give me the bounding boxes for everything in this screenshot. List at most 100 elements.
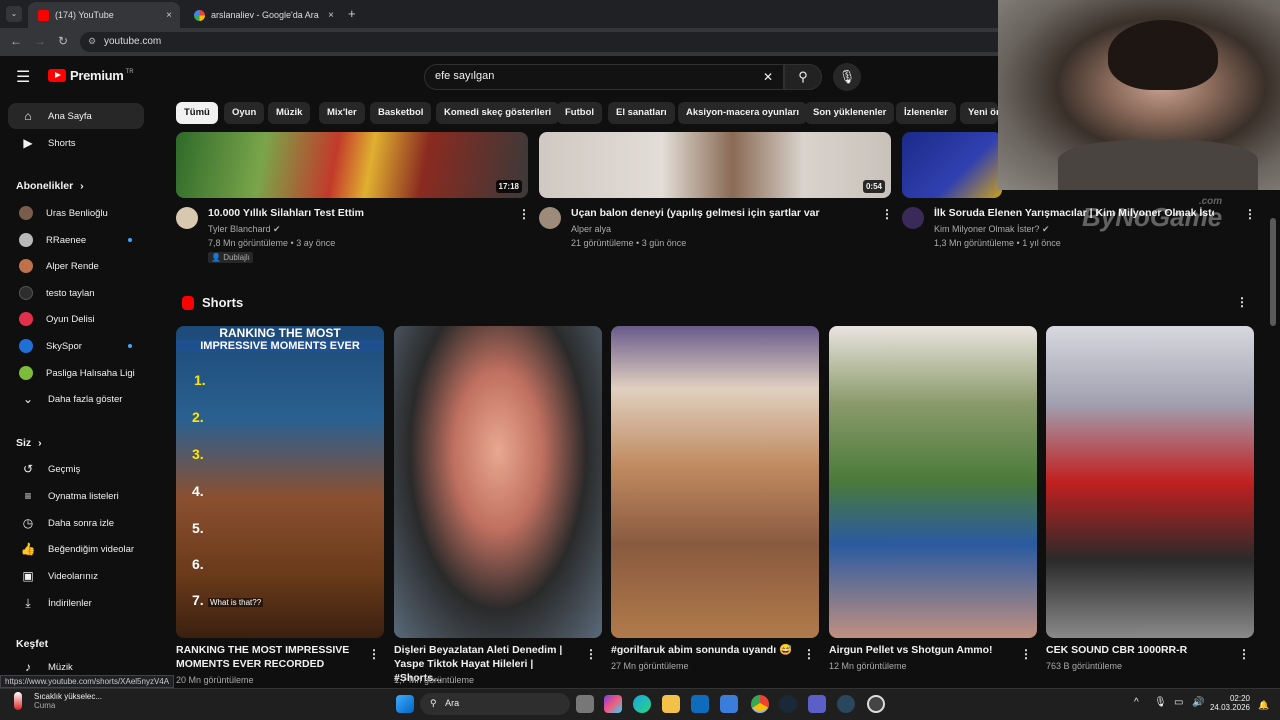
start-icon[interactable] bbox=[396, 695, 414, 713]
show-more-button[interactable]: ⌄ Daha fazla göster bbox=[8, 386, 144, 412]
close-tab-icon[interactable]: × bbox=[166, 10, 172, 21]
chip-mixes[interactable]: Mix'ler bbox=[319, 102, 365, 124]
short-thumbnail[interactable]: RANKING THE MOST IMPRESSIVE MOMENTS EVER… bbox=[176, 326, 384, 638]
search-button[interactable]: ⚲ bbox=[784, 64, 822, 90]
more-options-icon[interactable]: ⋮ bbox=[1244, 207, 1256, 221]
app-icon[interactable] bbox=[867, 695, 885, 713]
weather-widget[interactable]: Sıcaklık yükselec... Cuma bbox=[14, 692, 102, 710]
sidebar-sub-item[interactable]: RRaenee bbox=[8, 227, 144, 253]
short-thumbnail[interactable] bbox=[829, 326, 1037, 638]
chip-basketball[interactable]: Basketbol bbox=[370, 102, 432, 124]
sidebar-item-watch-later[interactable]: ◷ Daha sonra izle bbox=[8, 510, 144, 536]
youtube-logo[interactable]: Premium TR bbox=[48, 68, 134, 83]
teams-icon[interactable] bbox=[808, 695, 826, 713]
menu-icon[interactable]: ☰ bbox=[16, 67, 30, 87]
sidebar-item-shorts[interactable]: ▶ Shorts bbox=[8, 130, 144, 156]
you-header[interactable]: Siz › bbox=[16, 437, 42, 449]
back-icon[interactable]: ← bbox=[10, 34, 22, 48]
display-tray-icon[interactable]: ▭ bbox=[1174, 697, 1183, 708]
clear-search-icon[interactable]: ✕ bbox=[763, 70, 773, 84]
chip-football[interactable]: Futbol bbox=[557, 102, 603, 124]
channel-name[interactable]: Kim Milyoner Olmak İster? ✔ bbox=[934, 224, 1050, 235]
sidebar-item-downloads[interactable]: ⤓ İndirilenler bbox=[8, 590, 144, 616]
short-title[interactable]: #gorilfaruk abim sonunda uyandı 😅 bbox=[611, 643, 796, 657]
search-input[interactable]: efe sayılgan ✕ bbox=[424, 64, 784, 90]
channel-name[interactable]: Alper alya bbox=[571, 224, 611, 234]
page-scrollbar[interactable] bbox=[1270, 218, 1276, 326]
chip-new[interactable]: Yeni ör bbox=[960, 102, 998, 124]
outlook-icon[interactable] bbox=[691, 695, 709, 713]
chevron-right-icon: › bbox=[80, 180, 84, 192]
shorts-icon bbox=[182, 295, 194, 310]
explorer-icon[interactable] bbox=[662, 695, 680, 713]
steam-icon[interactable] bbox=[779, 695, 797, 713]
more-options-icon[interactable]: ⋮ bbox=[803, 647, 815, 661]
volume-icon[interactable]: 🔊 bbox=[1192, 697, 1204, 708]
chip-watched[interactable]: İzlenenler bbox=[896, 102, 956, 124]
more-options-icon[interactable]: ⋮ bbox=[1238, 647, 1250, 661]
sidebar-sub-item[interactable]: Uras Benlioğlu bbox=[8, 200, 144, 226]
short-thumbnail[interactable] bbox=[394, 326, 602, 638]
chip-action-adventure[interactable]: Aksiyon-macera oyunları bbox=[678, 102, 807, 124]
channel-name[interactable]: Tyler Blanchard ✔ bbox=[208, 224, 281, 235]
mic-tray-icon[interactable]: 🎙 bbox=[1154, 697, 1167, 708]
tray-chevron-icon[interactable]: ^ bbox=[1134, 697, 1139, 708]
more-options-icon[interactable]: ⋮ bbox=[518, 207, 530, 221]
copilot-icon[interactable] bbox=[604, 695, 622, 713]
more-options-icon[interactable]: ⋮ bbox=[1020, 647, 1032, 661]
steam-icon[interactable] bbox=[837, 695, 855, 713]
clock[interactable]: 02:20 24.03.2026 bbox=[1206, 694, 1250, 712]
chip-music[interactable]: Müzik bbox=[268, 102, 311, 124]
section-more-icon[interactable]: ⋮ bbox=[1236, 295, 1248, 309]
sidebar-item-your-videos[interactable]: ▣ Videolarınız bbox=[8, 563, 144, 589]
channel-avatar[interactable] bbox=[902, 207, 924, 229]
chip-all[interactable]: Tümü bbox=[176, 102, 218, 124]
sidebar-sub-item[interactable]: SkySpor bbox=[8, 333, 144, 359]
short-title[interactable]: Airgun Pellet vs Shotgun Ammo! bbox=[829, 643, 1014, 657]
sidebar-item-liked[interactable]: 👍 Beğendiğim videolar bbox=[8, 536, 144, 562]
taskbar-search[interactable]: ⚲ Ara bbox=[420, 693, 570, 715]
short-thumbnail[interactable] bbox=[611, 326, 819, 638]
google-favicon-icon bbox=[194, 9, 205, 21]
like-icon: 👍 bbox=[20, 542, 36, 556]
sidebar-sub-item[interactable]: Oyun Delisi bbox=[8, 306, 144, 332]
sidebar-sub-item[interactable]: testo taylan bbox=[8, 280, 144, 306]
sidebar-sub-item[interactable]: Pasliga Halısaha Ligi bbox=[8, 360, 144, 386]
short-title[interactable]: RANKING THE MOST IMPRESSIVE MOMENTS EVER… bbox=[176, 643, 361, 671]
sidebar-item-playlists[interactable]: ≡ Oynatma listeleri bbox=[8, 483, 144, 509]
short-title[interactable]: CEK SOUND CBR 1000RR-R bbox=[1046, 643, 1231, 657]
video-title[interactable]: 10.000 Yıllık Silahları Test Ettim bbox=[208, 207, 364, 219]
more-options-icon[interactable]: ⋮ bbox=[585, 647, 597, 661]
video-title[interactable]: Uçan balon deneyi (yapılış gelmesi için … bbox=[571, 207, 820, 219]
tab-google[interactable]: arslanaliev - Google'da Ara × bbox=[184, 2, 342, 28]
reload-icon[interactable]: ↻ bbox=[58, 34, 68, 48]
store-icon[interactable] bbox=[720, 695, 738, 713]
more-options-icon[interactable]: ⋮ bbox=[881, 207, 893, 221]
video-thumbnail[interactable]: 0:54 bbox=[539, 132, 891, 198]
video-thumbnail[interactable]: 17:18 bbox=[176, 132, 528, 198]
site-info-icon[interactable]: ⚙ bbox=[88, 36, 96, 47]
chip-game[interactable]: Oyun bbox=[224, 102, 265, 124]
sidebar-item-home[interactable]: ⌂ Ana Sayfa bbox=[8, 103, 144, 129]
short-thumbnail[interactable] bbox=[1046, 326, 1254, 638]
edge-icon[interactable] bbox=[633, 695, 651, 713]
sidebar-sub-item[interactable]: Alper Rende bbox=[8, 253, 144, 279]
subscriptions-header[interactable]: Abonelikler › bbox=[16, 180, 84, 192]
task-view-icon[interactable] bbox=[576, 695, 594, 713]
sidebar-item-history[interactable]: ↺ Geçmiş bbox=[8, 456, 144, 482]
video-thumbnail[interactable] bbox=[902, 132, 1002, 198]
tab-youtube[interactable]: (174) YouTube × bbox=[28, 2, 180, 28]
channel-avatar[interactable] bbox=[539, 207, 561, 229]
close-tab-icon[interactable]: × bbox=[328, 10, 334, 21]
notification-bell-icon[interactable]: 🔔 bbox=[1258, 700, 1269, 711]
chip-comedy[interactable]: Komedi skeç gösterileri bbox=[436, 102, 560, 124]
chip-crafts[interactable]: El sanatları bbox=[608, 102, 675, 124]
chrome-icon[interactable] bbox=[751, 695, 769, 713]
chip-recent[interactable]: Son yüklenenler bbox=[805, 102, 895, 124]
new-tab-button[interactable]: + bbox=[348, 6, 356, 21]
more-options-icon[interactable]: ⋮ bbox=[368, 647, 380, 661]
voice-search-button[interactable]: 🎙 bbox=[833, 63, 861, 91]
tab-list-dropdown[interactable]: ⌄ bbox=[6, 6, 22, 22]
channel-avatar[interactable] bbox=[176, 207, 198, 229]
forward-icon[interactable]: → bbox=[34, 34, 46, 48]
